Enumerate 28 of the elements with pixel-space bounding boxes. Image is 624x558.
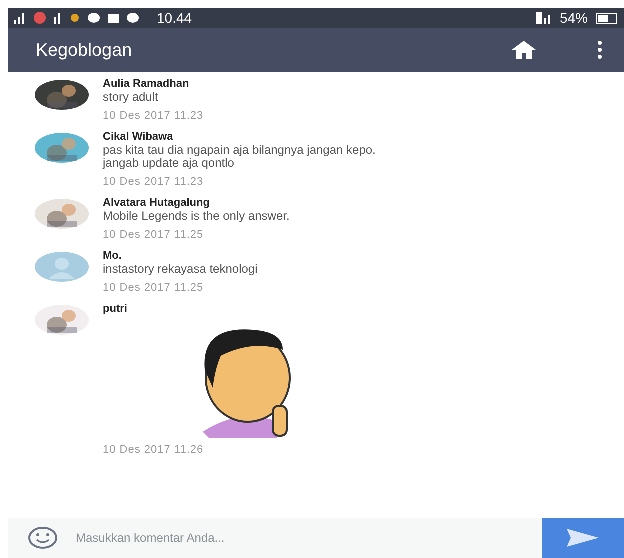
comment-author: Cikal Wibawa bbox=[103, 131, 174, 144]
comment-text: instastory rekayasa teknologi bbox=[103, 263, 258, 276]
signal-icon bbox=[536, 12, 552, 24]
send-button[interactable] bbox=[542, 518, 624, 558]
comment-text: Mobile Legends is the only answer. bbox=[103, 210, 290, 223]
battery-percent: 54% bbox=[560, 10, 588, 26]
comment-field[interactable]: Masukkan komentar Anda... bbox=[74, 530, 542, 546]
send-icon bbox=[567, 529, 599, 547]
more-icon[interactable] bbox=[598, 41, 602, 59]
signal-icon bbox=[54, 12, 62, 24]
emoji-icon[interactable] bbox=[28, 527, 58, 549]
comment-date: 10 Des 2017 11.25 bbox=[103, 282, 204, 295]
comment-date: 10 Des 2017 11.25 bbox=[103, 229, 204, 242]
home-icon[interactable] bbox=[512, 41, 536, 59]
battery-icon bbox=[596, 12, 618, 24]
comment-date: 10 Des 2017 11.26 bbox=[103, 444, 204, 457]
comment-author: Mo. bbox=[103, 250, 122, 263]
comment-author: Aulia Ramadhan bbox=[103, 78, 190, 91]
signal-icon bbox=[14, 12, 26, 24]
comment-author: Alvatara Hutagalung bbox=[103, 197, 210, 210]
app-title: Kegoblogan bbox=[36, 40, 134, 60]
comment-text: pas kita tau dia ngapain aja bilangnya jangan kepo. jangab update aja qontlo bbox=[103, 144, 377, 170]
comment-date: 10 Des 2017 11.23 bbox=[103, 110, 204, 123]
comment-author: putri bbox=[103, 303, 128, 316]
comment-text: story adult bbox=[103, 91, 158, 104]
comment-date: 10 Des 2017 11.23 bbox=[103, 176, 204, 189]
clock: 10.44 bbox=[157, 10, 192, 26]
comment-bar[interactable]: Masukkan komentar Anda... bbox=[8, 518, 542, 558]
